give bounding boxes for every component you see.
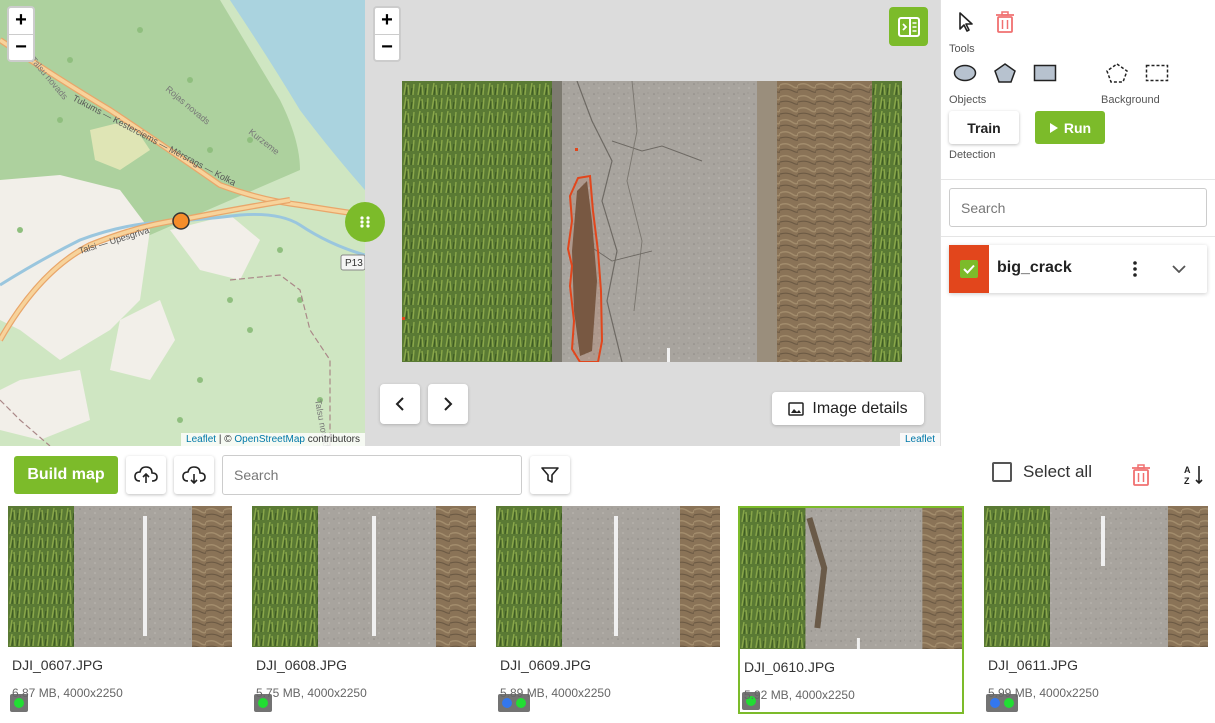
class-color-swatch — [949, 245, 989, 293]
delete-trash-icon[interactable] — [995, 11, 1015, 33]
class-visibility-checkbox[interactable] — [960, 260, 978, 278]
upload-button[interactable] — [126, 456, 166, 494]
thumbnail-filename: DJI_0607.JPG — [12, 657, 104, 673]
basemap: P13 Tukums — Kesterciems — Mērsrags — Ko… — [0, 0, 365, 446]
grip-dots-icon — [360, 216, 370, 228]
image-details-button[interactable]: Image details — [772, 392, 924, 425]
thumbnail-meta: 5.99 MB, 4000x2250 — [988, 686, 1099, 700]
viewer-zoom-control: + − — [373, 6, 401, 62]
viewer-leaflet-link[interactable]: Leaflet — [905, 434, 935, 445]
class-name: big_crack — [997, 259, 1072, 276]
select-all-checkbox[interactable]: Select all — [992, 462, 1092, 482]
image-viewer[interactable]: + − Image details Leaflet — [365, 0, 940, 446]
toggle-sidebar-button[interactable] — [889, 7, 928, 46]
select-all-box[interactable] — [992, 462, 1012, 482]
build-map-button[interactable]: Build map — [14, 456, 118, 494]
thumbnail-filename: DJI_0611.JPG — [988, 657, 1079, 673]
thumbnail-image[interactable] — [252, 506, 476, 647]
thumbnail-image[interactable] — [8, 506, 232, 647]
viewer-attribution: Leaflet — [899, 433, 940, 446]
image-thumbnail[interactable]: DJI_0611.JPG 5.99 MB, 4000x2250 — [984, 506, 1210, 714]
sort-alpha-icon: A Z — [1184, 465, 1203, 486]
class-menu-button[interactable] — [1125, 258, 1145, 280]
run-label: Run — [1063, 119, 1092, 136]
cloud-download-icon — [182, 466, 206, 485]
panel-resize-handle[interactable] — [345, 202, 385, 242]
select-cursor-icon[interactable] — [957, 11, 975, 33]
thumbnail-meta: 5.75 MB, 4000x2250 — [256, 686, 367, 700]
attribution-suffix: contributors — [304, 434, 360, 445]
map-zoom-out-button[interactable]: − — [9, 34, 33, 60]
download-button[interactable] — [174, 456, 214, 494]
chevron-down-icon — [1172, 265, 1186, 273]
detection-label: Detection — [949, 149, 996, 161]
image-details-label: Image details — [812, 399, 908, 417]
tools-label: Tools — [949, 43, 975, 55]
build-map-label: Build map — [27, 466, 105, 483]
background-polygon-tool-icon[interactable] — [1105, 62, 1129, 84]
map-zoom-control: + − — [7, 6, 35, 62]
road-ref-label: P13 — [345, 258, 363, 269]
sidebar-divider — [941, 179, 1215, 180]
chevron-left-icon — [395, 397, 404, 411]
map-attribution: Leaflet | © OpenStreetMap contributors — [181, 433, 365, 446]
osm-link[interactable]: OpenStreetMap — [234, 434, 305, 445]
ellipse-tool-icon[interactable] — [953, 64, 977, 82]
thumbnail-image[interactable] — [984, 506, 1208, 647]
map-panel[interactable]: P13 Tukums — Kesterciems — Mērsrags — Ko… — [0, 0, 365, 446]
thumbnail-image[interactable] — [496, 506, 720, 647]
image-thumbnail[interactable]: DJI_0610.JPG 5.92 MB, 4000x2250 — [738, 506, 964, 714]
attribution-separator: | © — [216, 434, 235, 445]
image-thumbnail[interactable]: DJI_0607.JPG 6.87 MB, 4000x2250 — [8, 506, 234, 714]
cloud-upload-icon — [134, 466, 158, 483]
image-thumbnail[interactable]: DJI_0608.JPG 5.75 MB, 4000x2250 — [252, 506, 478, 714]
background-label: Background — [1101, 94, 1160, 106]
thumbnail-filename: DJI_0608.JPG — [256, 657, 348, 673]
thumbnail-meta: 5.92 MB, 4000x2250 — [744, 688, 855, 702]
thumbnail-image[interactable] — [740, 508, 962, 649]
class-search-input[interactable] — [949, 188, 1207, 227]
previous-image-button[interactable] — [380, 384, 420, 424]
image-search-input[interactable] — [222, 455, 522, 495]
thumbnail-meta: 6.87 MB, 4000x2250 — [12, 686, 123, 700]
aerial-image[interactable] — [402, 81, 902, 362]
map-zoom-in-button[interactable]: + — [9, 8, 33, 34]
filter-button[interactable] — [530, 456, 570, 494]
polygon-tool-icon[interactable] — [993, 62, 1017, 84]
svg-text:A: A — [1184, 465, 1191, 475]
sidebar-divider — [941, 236, 1215, 237]
trash-icon — [1132, 464, 1150, 486]
sort-button[interactable]: A Z — [1182, 463, 1206, 487]
thumbnail-meta: 5.89 MB, 4000x2250 — [500, 686, 611, 700]
objects-label: Objects — [949, 94, 987, 106]
thumbnail-filename: DJI_0609.JPG — [500, 657, 592, 673]
select-all-label: Select all — [1023, 462, 1092, 481]
class-row-big-crack[interactable]: big_crack — [949, 245, 1207, 293]
thumbnail-filename: DJI_0610.JPG — [744, 659, 836, 675]
rectangle-tool-icon[interactable] — [1033, 64, 1057, 82]
train-button[interactable]: Train — [949, 111, 1019, 144]
viewer-zoom-out-button[interactable]: − — [375, 34, 399, 60]
delete-images-button[interactable] — [1130, 463, 1152, 487]
svg-text:Z: Z — [1184, 476, 1190, 486]
leaflet-link[interactable]: Leaflet — [186, 434, 216, 445]
filter-funnel-icon — [541, 467, 559, 483]
sidebar: Tools Objects Background Train Run Detec… — [940, 0, 1215, 446]
train-label: Train — [967, 119, 1001, 136]
image-icon — [788, 401, 805, 416]
play-icon — [1049, 122, 1058, 133]
chevron-right-icon — [444, 397, 453, 411]
next-image-button[interactable] — [428, 384, 468, 424]
run-button[interactable]: Run — [1035, 111, 1105, 144]
image-thumbnail[interactable]: DJI_0609.JPG 5.89 MB, 4000x2250 — [496, 506, 722, 714]
more-vertical-icon — [1133, 261, 1137, 277]
class-expand-button[interactable] — [1169, 259, 1189, 279]
viewer-zoom-in-button[interactable]: + — [375, 8, 399, 34]
background-rectangle-tool-icon[interactable] — [1145, 64, 1169, 82]
split-panel-icon — [897, 16, 920, 37]
location-marker[interactable] — [172, 212, 190, 230]
checkmark-icon — [963, 264, 975, 274]
